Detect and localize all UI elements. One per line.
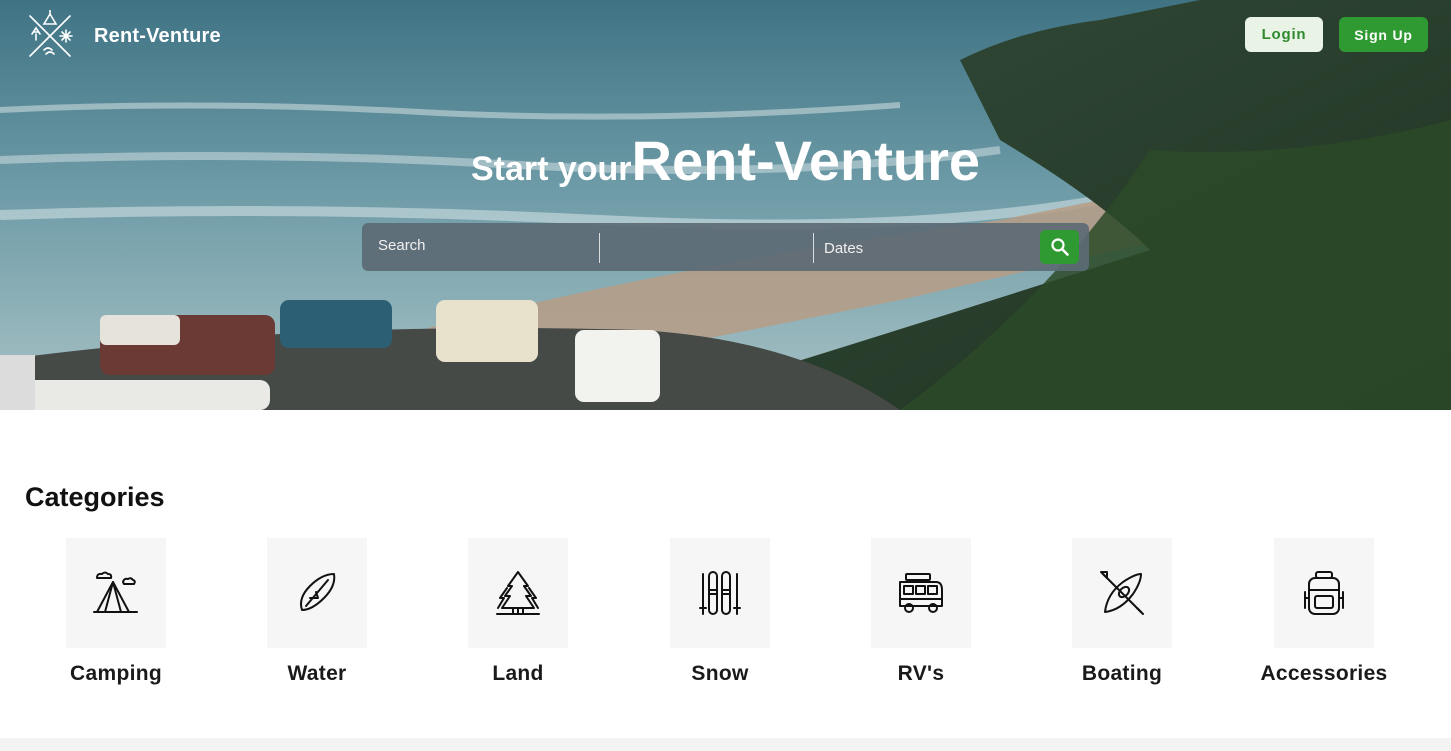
login-button[interactable]: Login (1245, 17, 1323, 52)
location-input[interactable] (602, 223, 814, 271)
brand[interactable]: Rent-Venture (24, 10, 221, 62)
hero-title: Start yourRent-Venture (0, 128, 1451, 193)
category-tile[interactable] (871, 538, 971, 648)
categories-heading: Categories (25, 482, 165, 512)
category-label: Land (492, 662, 544, 685)
van-icon (899, 573, 943, 613)
tent-icon (93, 571, 138, 613)
compass-camping-logo-icon (29, 10, 73, 57)
footer-divider (0, 738, 1451, 751)
brand-name: Rent-Venture (94, 24, 221, 47)
skis-icon (699, 571, 741, 615)
search-bar: Search Dates (362, 223, 1089, 271)
category-label: Snow (691, 662, 749, 685)
dates-input[interactable]: Dates (824, 224, 1034, 272)
signup-button[interactable]: Sign Up (1339, 17, 1428, 52)
category-label: Water (287, 662, 347, 685)
category-tile[interactable] (267, 538, 367, 648)
category-label: Boating (1081, 662, 1163, 685)
category-label: RV's (897, 662, 945, 685)
search-button[interactable] (1040, 230, 1079, 264)
category-label: Camping (70, 662, 162, 685)
hero-title-brand: Rent-Venture (631, 129, 981, 192)
surfboard-icon (300, 573, 336, 611)
search-divider (813, 233, 814, 263)
backpack-icon (1304, 571, 1344, 615)
search-icon (1050, 238, 1069, 256)
hero-title-prefix: Start your (470, 150, 632, 188)
search-divider (599, 233, 600, 263)
category-tile[interactable] (670, 538, 770, 648)
category-tile[interactable] (1072, 538, 1172, 648)
category-label: Accessories (1260, 662, 1388, 685)
kayak-icon (1100, 571, 1144, 615)
category-tile[interactable] (468, 538, 568, 648)
search-input[interactable]: Search (378, 221, 598, 269)
category-tile[interactable] (66, 538, 166, 648)
hero-banner: Rent-Venture Login Sign Up Start yourRen… (0, 0, 1451, 410)
category-tile[interactable] (1274, 538, 1374, 648)
pine-trees-icon (496, 571, 540, 615)
